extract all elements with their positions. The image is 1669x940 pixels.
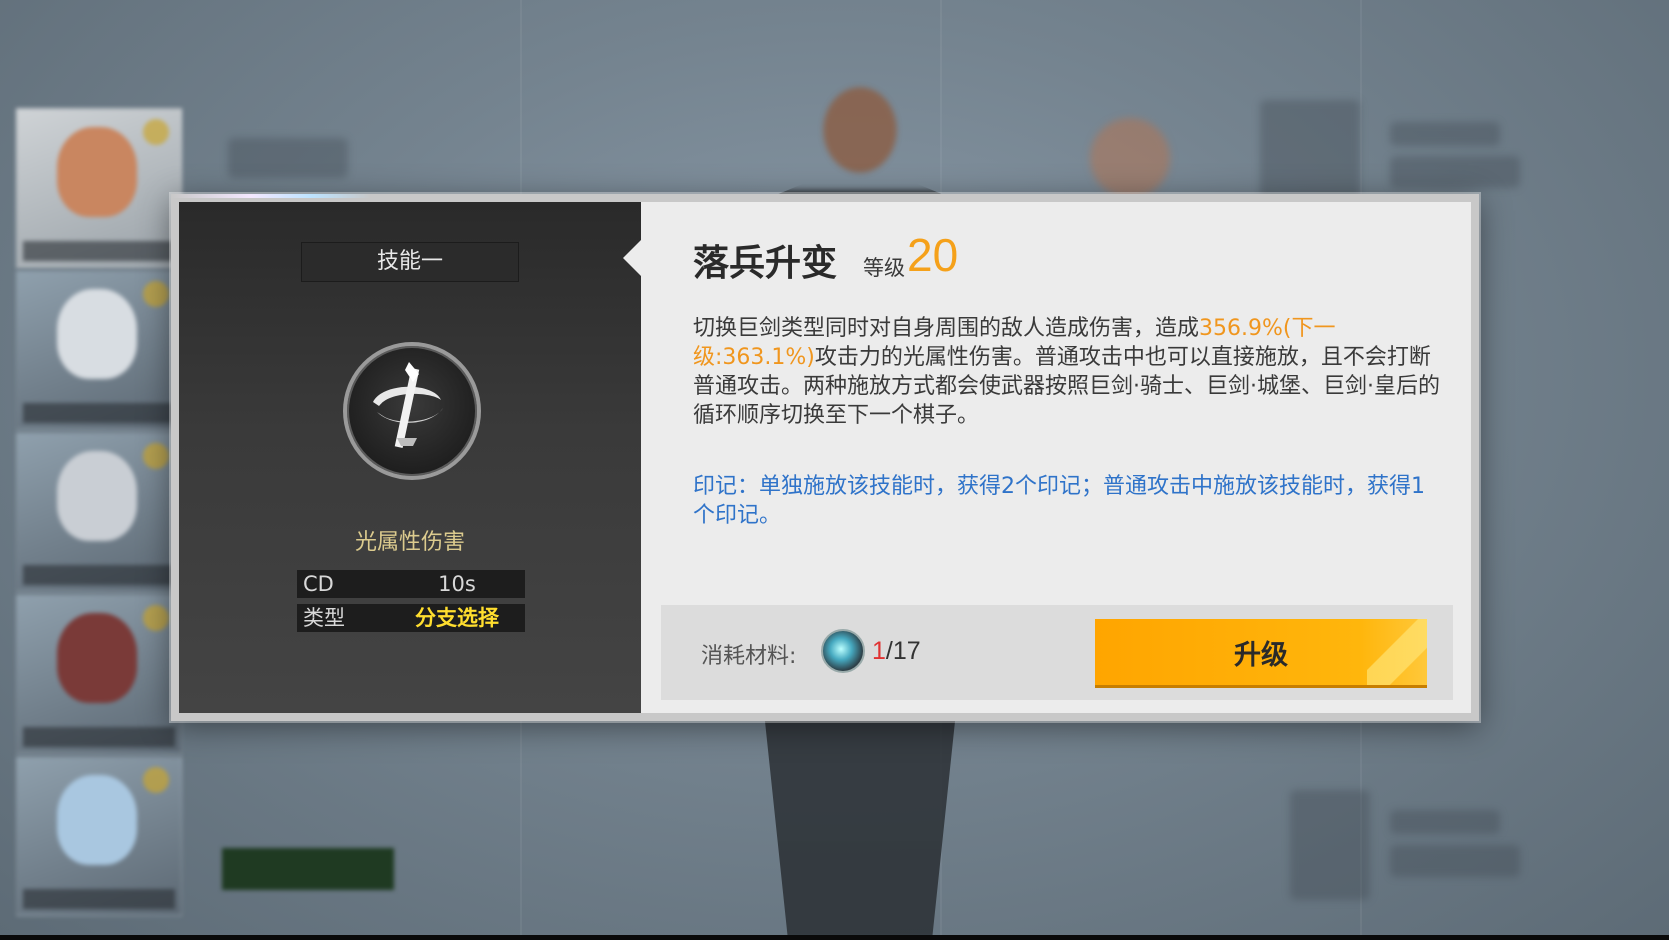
panel-pointer-arrow bbox=[623, 240, 641, 276]
description-text: 切换巨剑类型同时对自身周围的敌人造成伤害，造成 bbox=[693, 316, 1200, 341]
blurred-text bbox=[1390, 810, 1500, 834]
blurred-filter-button bbox=[222, 848, 394, 890]
stat-row-type: 类型 分支选择 bbox=[297, 604, 525, 632]
bottom-edge bbox=[0, 935, 1669, 940]
material-count: 1/17 bbox=[872, 637, 921, 666]
cost-label: 消耗材料: bbox=[701, 644, 797, 669]
upgrade-button-label: 升级 bbox=[1234, 639, 1288, 671]
blurred-text bbox=[1390, 845, 1520, 877]
blurred-text bbox=[1390, 156, 1520, 188]
sword-spiral-icon bbox=[343, 342, 481, 480]
cost-bar: 消耗材料: 1/17 升级 bbox=[661, 605, 1453, 700]
skill-summary-panel: 技能一 光属性伤害 CD 10s 类型 分支选择 bbox=[179, 202, 641, 713]
level-value: 20 bbox=[907, 229, 959, 281]
skill-upgrade-modal: 技能一 光属性伤害 CD 10s 类型 分支选择 落兵升变 等级 20 切换巨剑… bbox=[171, 194, 1479, 721]
blurred-attribute-label bbox=[228, 138, 348, 178]
modal-highlight-line bbox=[171, 194, 371, 198]
material-required: /17 bbox=[885, 637, 921, 665]
upgrade-button[interactable]: 升级 bbox=[1095, 619, 1427, 685]
character-card[interactable] bbox=[16, 756, 182, 916]
skill-name: 落兵升变 bbox=[693, 243, 838, 283]
blurred-text bbox=[1390, 122, 1500, 146]
character-card[interactable] bbox=[16, 108, 182, 268]
character-list bbox=[8, 108, 182, 916]
mark-description: 印记：单独施放该技能时，获得2个印记；普通攻击中施放该技能时，获得1个印记。 bbox=[693, 474, 1425, 528]
crystal-material-icon[interactable] bbox=[821, 629, 865, 673]
stat-key: 类型 bbox=[303, 606, 345, 630]
stat-key: CD bbox=[303, 572, 334, 596]
skill-tab-label: 技能一 bbox=[301, 242, 519, 282]
stat-row-cd: CD 10s bbox=[297, 570, 525, 598]
character-card[interactable] bbox=[16, 270, 182, 430]
character-card[interactable] bbox=[16, 594, 182, 754]
button-decoration bbox=[1367, 619, 1427, 685]
blurred-emblem bbox=[1090, 118, 1170, 198]
stat-value: 分支选择 bbox=[415, 606, 499, 630]
blurred-weapon-thumb bbox=[1290, 790, 1370, 900]
stat-value: 10s bbox=[438, 572, 476, 596]
damage-type-label: 光属性伤害 bbox=[354, 530, 465, 555]
character-card[interactable] bbox=[16, 432, 182, 592]
level-label: 等级 bbox=[863, 256, 905, 280]
skill-description: 切换巨剑类型同时对自身周围的敌人造成伤害，造成356.9%(下一级:363.1%… bbox=[693, 314, 1445, 430]
skill-detail-panel: 落兵升变 等级 20 切换巨剑类型同时对自身周围的敌人造成伤害，造成356.9%… bbox=[641, 202, 1471, 713]
material-owned: 1 bbox=[872, 637, 886, 665]
